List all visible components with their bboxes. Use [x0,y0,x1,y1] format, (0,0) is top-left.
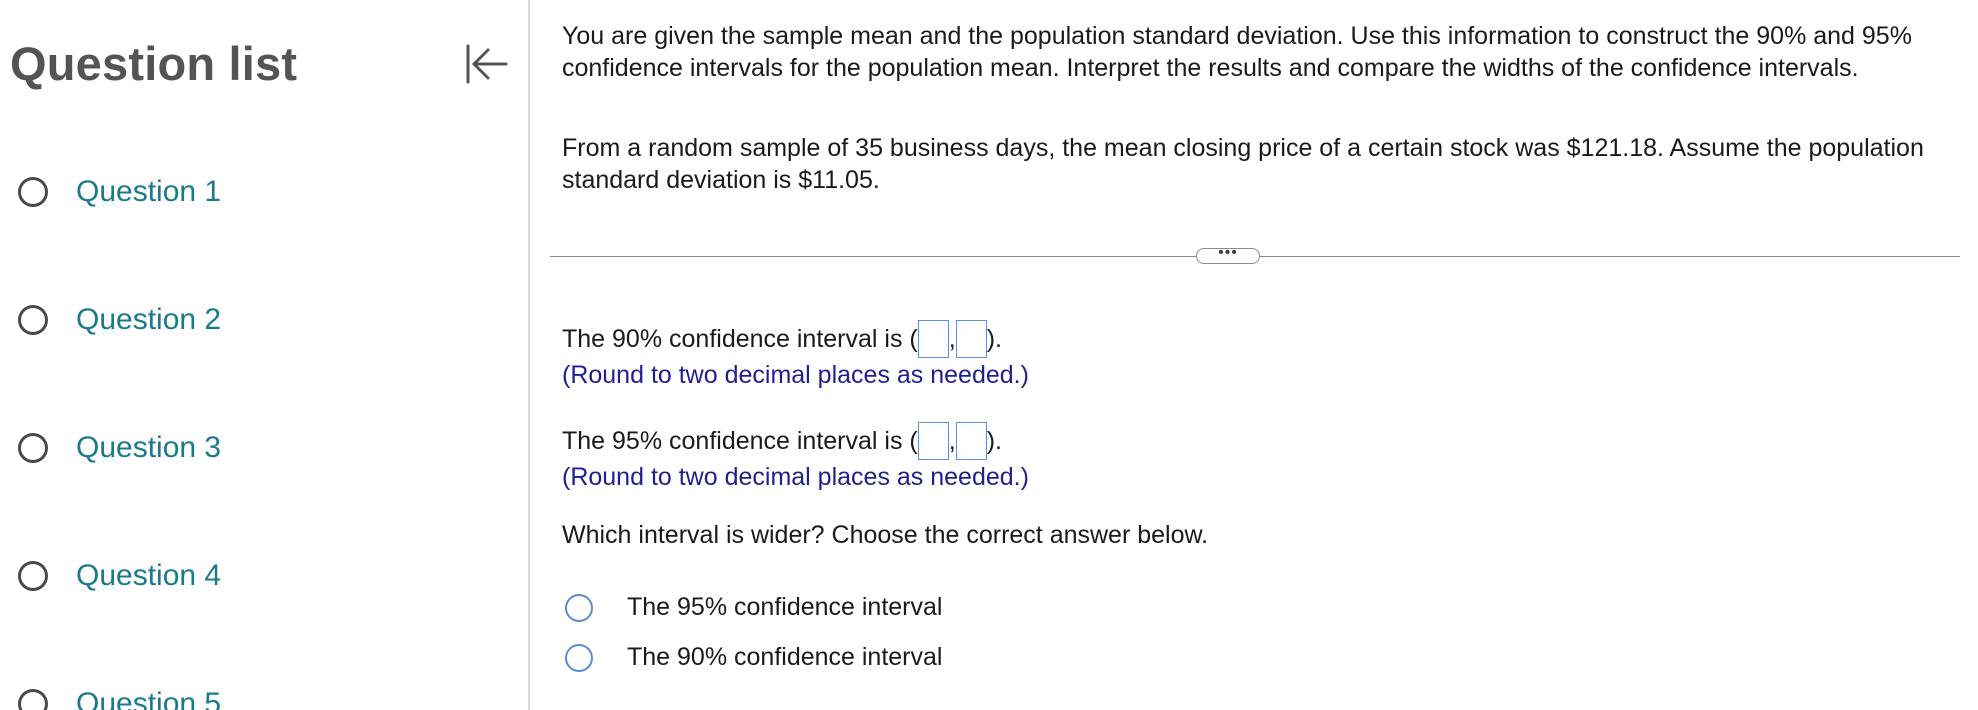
question-status-icon [18,177,48,207]
sidebar-item-question-1[interactable]: Question 1 [18,170,221,214]
collapse-left-icon [466,44,508,84]
mc-option-label: The 95% confidence interval [627,593,943,621]
ci90-separator: , [948,325,956,353]
page: Question list Question 1 Question 2 Ques… [0,0,1978,710]
ci95-prefix: The 95% confidence interval is ( [562,427,918,455]
mc-option-95[interactable]: The 95% confidence interval [565,593,942,622]
problem-scenario: From a random sample of 35 business days… [562,134,1924,194]
ci90-upper-input[interactable] [955,320,987,358]
problem-instructions: You are given the sample mean and the po… [562,22,1912,82]
ci90-prefix: The 90% confidence interval is ( [562,325,918,353]
sidebar-item-question-3[interactable]: Question 3 [18,426,221,470]
sidebar-item-label: Question 1 [76,175,222,208]
sidebar-item-label: Question 3 [76,431,222,464]
question-status-icon [18,689,48,710]
ci95-rounding-hint: (Round to two decimal places as needed.) [562,463,1029,491]
ci95-suffix: ). [986,427,1002,455]
question-content: You are given the sample mean and the po… [530,0,1978,710]
ci95-lower-input[interactable] [917,422,949,460]
ci95-separator: , [948,427,956,455]
sidebar-item-label: Question 4 [76,559,222,592]
ci95-answer-line: The 95% confidence interval is ( , ). [562,422,1002,460]
mc-option-90[interactable]: The 90% confidence interval [565,643,942,672]
sidebar-item-question-4[interactable]: Question 4 [18,554,221,598]
question-status-icon [18,305,48,335]
sidebar-item-question-2[interactable]: Question 2 [18,298,221,342]
question-status-icon [18,561,48,591]
mc-option-label: The 90% confidence interval [627,643,943,671]
ci90-rounding-hint: (Round to two decimal places as needed.) [562,361,1029,389]
ci90-suffix: ). [986,325,1002,353]
sidebar-item-question-5[interactable]: Question 5 [18,682,221,710]
question-list-sidebar: Question list Question 1 Question 2 Ques… [0,0,530,710]
radio-button[interactable] [565,593,593,622]
sidebar-title: Question list [10,37,298,90]
radio-button[interactable] [565,643,593,672]
mc-question: Which interval is wider? Choose the corr… [562,521,1209,549]
ci90-lower-input[interactable] [917,320,949,358]
question-status-icon [18,433,48,463]
collapse-sidebar-button[interactable] [462,40,510,88]
sidebar-item-label: Question 5 [76,687,222,710]
more-dots-icon: ••• [1218,244,1238,261]
sidebar-item-label: Question 2 [76,303,222,336]
ci95-upper-input[interactable] [955,422,987,460]
ci90-answer-line: The 90% confidence interval is ( , ). [562,320,1002,358]
show-more-button[interactable]: ••• [1196,244,1260,264]
